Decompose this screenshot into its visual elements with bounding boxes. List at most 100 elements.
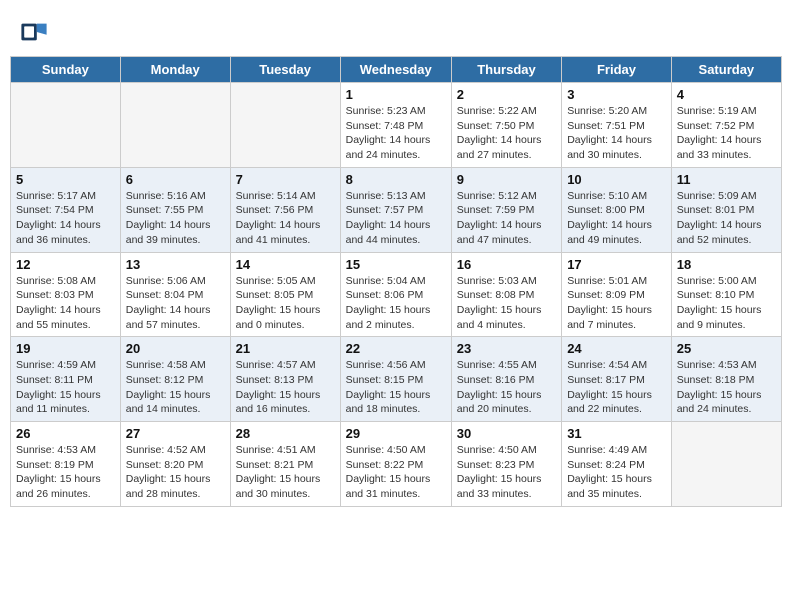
day-number: 21 bbox=[236, 341, 335, 356]
day-number: 6 bbox=[126, 172, 225, 187]
day-number: 3 bbox=[567, 87, 666, 102]
calendar-cell: 1 Sunrise: 5:23 AM Sunset: 7:48 PM Daylig… bbox=[340, 83, 451, 168]
calendar-row: 12 Sunrise: 5:08 AM Sunset: 8:03 PM Dayli… bbox=[11, 252, 782, 337]
calendar-cell: 14Sunrise: 5:05 AM Sunset: 8:05 PM Dayli… bbox=[230, 252, 340, 337]
calendar-cell bbox=[230, 83, 340, 168]
calendar-cell: 31 Sunrise: 4:49 AM Sunset: 8:24 PM Dayli… bbox=[562, 422, 672, 507]
calendar-row: 5 Sunrise: 5:17 AM Sunset: 7:54 PM Daylig… bbox=[11, 167, 782, 252]
day-info: Sunrise: 5:13 AM Sunset: 7:57 PM Dayligh… bbox=[346, 189, 446, 248]
day-number: 30 bbox=[457, 426, 556, 441]
day-info: Sunrise: 5:23 AM Sunset: 7:48 PM Dayligh… bbox=[346, 104, 446, 163]
day-info: Sunrise: 4:55 AM Sunset: 8:16 PM Dayligh… bbox=[457, 358, 556, 417]
calendar-cell: 28 Sunrise: 4:51 AM Sunset: 8:21 PM Dayli… bbox=[230, 422, 340, 507]
weekday-header: Thursday bbox=[451, 57, 561, 83]
calendar-cell bbox=[120, 83, 230, 168]
day-info: Sunrise: 5:01 AM Sunset: 8:09 PM Dayligh… bbox=[567, 274, 666, 333]
day-info: Sunrise: 5:14 AM Sunset: 7:56 PM Dayligh… bbox=[236, 189, 335, 248]
day-info: Sunrise: 5:05 AM Sunset: 8:05 PM Dayligh… bbox=[236, 274, 335, 333]
calendar-cell: 20Sunrise: 4:58 AM Sunset: 8:12 PM Dayli… bbox=[120, 337, 230, 422]
calendar-cell: 15 Sunrise: 5:04 AM Sunset: 8:06 PM Dayli… bbox=[340, 252, 451, 337]
calendar-table: SundayMondayTuesdayWednesdayThursdayFrid… bbox=[10, 56, 782, 507]
day-info: Sunrise: 5:19 AM Sunset: 7:52 PM Dayligh… bbox=[677, 104, 776, 163]
day-info: Sunrise: 4:57 AM Sunset: 8:13 PM Dayligh… bbox=[236, 358, 335, 417]
page-header bbox=[10, 10, 782, 50]
day-number: 1 bbox=[346, 87, 446, 102]
day-number: 5 bbox=[16, 172, 115, 187]
calendar-cell: 9 Sunrise: 5:12 AM Sunset: 7:59 PM Daylig… bbox=[451, 167, 561, 252]
weekday-header: Friday bbox=[562, 57, 672, 83]
day-number: 28 bbox=[236, 426, 335, 441]
day-info: Sunrise: 4:59 AM Sunset: 8:11 PM Dayligh… bbox=[16, 358, 115, 417]
day-info: Sunrise: 4:54 AM Sunset: 8:17 PM Dayligh… bbox=[567, 358, 666, 417]
day-info: Sunrise: 5:00 AM Sunset: 8:10 PM Dayligh… bbox=[677, 274, 776, 333]
calendar-cell: 13 Sunrise: 5:06 AM Sunset: 8:04 PM Dayli… bbox=[120, 252, 230, 337]
day-info: Sunrise: 5:10 AM Sunset: 8:00 PM Dayligh… bbox=[567, 189, 666, 248]
calendar-row: 19Sunrise: 4:59 AM Sunset: 8:11 PM Dayli… bbox=[11, 337, 782, 422]
day-info: Sunrise: 5:20 AM Sunset: 7:51 PM Dayligh… bbox=[567, 104, 666, 163]
calendar-cell: 8 Sunrise: 5:13 AM Sunset: 7:57 PM Daylig… bbox=[340, 167, 451, 252]
calendar-cell: 29 Sunrise: 4:50 AM Sunset: 8:22 PM Dayli… bbox=[340, 422, 451, 507]
day-number: 2 bbox=[457, 87, 556, 102]
calendar-cell: 17Sunrise: 5:01 AM Sunset: 8:09 PM Dayli… bbox=[562, 252, 672, 337]
day-number: 12 bbox=[16, 257, 115, 272]
day-info: Sunrise: 4:51 AM Sunset: 8:21 PM Dayligh… bbox=[236, 443, 335, 502]
day-number: 4 bbox=[677, 87, 776, 102]
day-number: 24 bbox=[567, 341, 666, 356]
day-number: 15 bbox=[346, 257, 446, 272]
day-info: Sunrise: 4:50 AM Sunset: 8:22 PM Dayligh… bbox=[346, 443, 446, 502]
calendar-cell: 19Sunrise: 4:59 AM Sunset: 8:11 PM Dayli… bbox=[11, 337, 121, 422]
weekday-header: Tuesday bbox=[230, 57, 340, 83]
day-number: 7 bbox=[236, 172, 335, 187]
calendar-cell: 3 Sunrise: 5:20 AM Sunset: 7:51 PM Daylig… bbox=[562, 83, 672, 168]
day-number: 16 bbox=[457, 257, 556, 272]
day-info: Sunrise: 5:06 AM Sunset: 8:04 PM Dayligh… bbox=[126, 274, 225, 333]
day-number: 8 bbox=[346, 172, 446, 187]
day-number: 18 bbox=[677, 257, 776, 272]
calendar-cell: 24 Sunrise: 4:54 AM Sunset: 8:17 PM Dayli… bbox=[562, 337, 672, 422]
calendar-cell: 7 Sunrise: 5:14 AM Sunset: 7:56 PM Daylig… bbox=[230, 167, 340, 252]
day-info: Sunrise: 5:22 AM Sunset: 7:50 PM Dayligh… bbox=[457, 104, 556, 163]
day-number: 25 bbox=[677, 341, 776, 356]
day-info: Sunrise: 4:52 AM Sunset: 8:20 PM Dayligh… bbox=[126, 443, 225, 502]
calendar-row: 1 Sunrise: 5:23 AM Sunset: 7:48 PM Daylig… bbox=[11, 83, 782, 168]
weekday-header: Sunday bbox=[11, 57, 121, 83]
day-info: Sunrise: 4:49 AM Sunset: 8:24 PM Dayligh… bbox=[567, 443, 666, 502]
day-number: 9 bbox=[457, 172, 556, 187]
day-number: 22 bbox=[346, 341, 446, 356]
day-number: 11 bbox=[677, 172, 776, 187]
calendar-cell: 6 Sunrise: 5:16 AM Sunset: 7:55 PM Daylig… bbox=[120, 167, 230, 252]
day-number: 23 bbox=[457, 341, 556, 356]
logo bbox=[20, 18, 52, 46]
calendar-cell: 30Sunrise: 4:50 AM Sunset: 8:23 PM Dayli… bbox=[451, 422, 561, 507]
day-number: 13 bbox=[126, 257, 225, 272]
day-info: Sunrise: 4:56 AM Sunset: 8:15 PM Dayligh… bbox=[346, 358, 446, 417]
day-info: Sunrise: 4:53 AM Sunset: 8:19 PM Dayligh… bbox=[16, 443, 115, 502]
calendar-cell: 25 Sunrise: 4:53 AM Sunset: 8:18 PM Dayli… bbox=[671, 337, 781, 422]
calendar-cell: 26 Sunrise: 4:53 AM Sunset: 8:19 PM Dayli… bbox=[11, 422, 121, 507]
day-number: 10 bbox=[567, 172, 666, 187]
day-info: Sunrise: 5:09 AM Sunset: 8:01 PM Dayligh… bbox=[677, 189, 776, 248]
day-info: Sunrise: 5:12 AM Sunset: 7:59 PM Dayligh… bbox=[457, 189, 556, 248]
calendar-cell: 4 Sunrise: 5:19 AM Sunset: 7:52 PM Daylig… bbox=[671, 83, 781, 168]
day-info: Sunrise: 4:53 AM Sunset: 8:18 PM Dayligh… bbox=[677, 358, 776, 417]
day-info: Sunrise: 5:08 AM Sunset: 8:03 PM Dayligh… bbox=[16, 274, 115, 333]
day-info: Sunrise: 5:03 AM Sunset: 8:08 PM Dayligh… bbox=[457, 274, 556, 333]
day-number: 29 bbox=[346, 426, 446, 441]
calendar-cell: 21 Sunrise: 4:57 AM Sunset: 8:13 PM Dayli… bbox=[230, 337, 340, 422]
day-info: Sunrise: 5:16 AM Sunset: 7:55 PM Dayligh… bbox=[126, 189, 225, 248]
calendar-cell: 2 Sunrise: 5:22 AM Sunset: 7:50 PM Daylig… bbox=[451, 83, 561, 168]
day-info: Sunrise: 5:04 AM Sunset: 8:06 PM Dayligh… bbox=[346, 274, 446, 333]
calendar-cell: 16 Sunrise: 5:03 AM Sunset: 8:08 PM Dayli… bbox=[451, 252, 561, 337]
calendar-cell: 18 Sunrise: 5:00 AM Sunset: 8:10 PM Dayli… bbox=[671, 252, 781, 337]
day-info: Sunrise: 5:17 AM Sunset: 7:54 PM Dayligh… bbox=[16, 189, 115, 248]
calendar-cell: 11 Sunrise: 5:09 AM Sunset: 8:01 PM Dayli… bbox=[671, 167, 781, 252]
weekday-header: Monday bbox=[120, 57, 230, 83]
day-number: 31 bbox=[567, 426, 666, 441]
day-info: Sunrise: 4:58 AM Sunset: 8:12 PM Dayligh… bbox=[126, 358, 225, 417]
calendar-cell bbox=[671, 422, 781, 507]
day-number: 26 bbox=[16, 426, 115, 441]
calendar-cell: 5 Sunrise: 5:17 AM Sunset: 7:54 PM Daylig… bbox=[11, 167, 121, 252]
weekday-header: Wednesday bbox=[340, 57, 451, 83]
calendar-cell: 27Sunrise: 4:52 AM Sunset: 8:20 PM Dayli… bbox=[120, 422, 230, 507]
calendar-cell: 12 Sunrise: 5:08 AM Sunset: 8:03 PM Dayli… bbox=[11, 252, 121, 337]
